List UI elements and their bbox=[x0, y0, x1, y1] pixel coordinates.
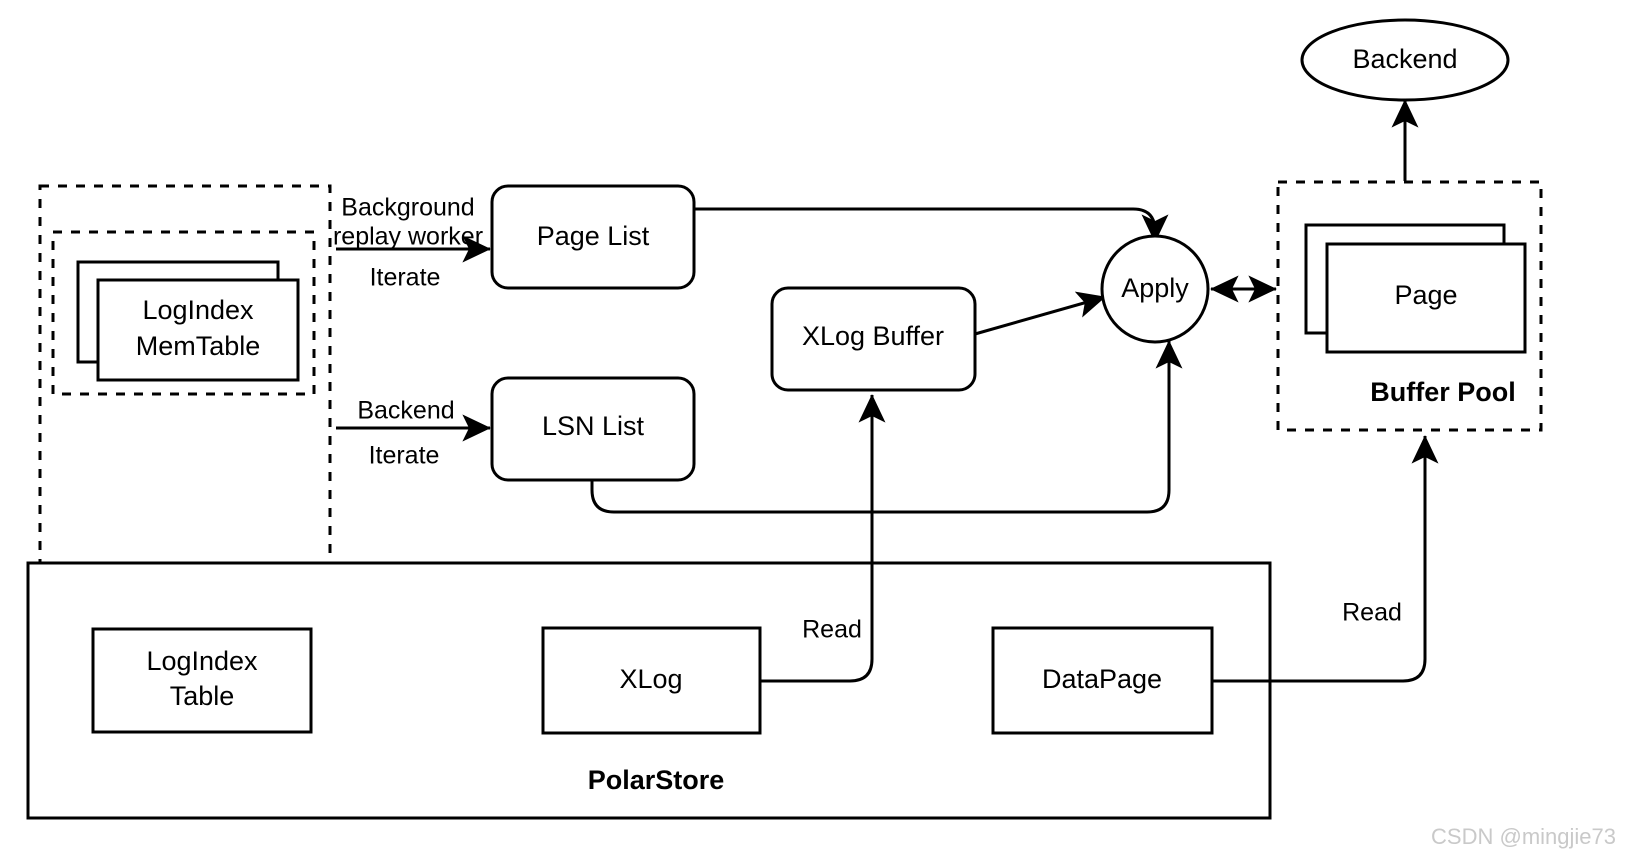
watermark: CSDN @mingjie73 bbox=[1431, 824, 1616, 849]
architecture-diagram: LogIndex MemTable LogIndex Table Page Li… bbox=[26, 18, 1616, 849]
edge-label-iterate-bottom: Iterate bbox=[369, 442, 440, 470]
edge-pagelist-to-apply bbox=[694, 207, 1169, 243]
node-lsn-list-label: LSN List bbox=[542, 411, 645, 441]
node-xlog-buffer-label: XLog Buffer bbox=[802, 321, 944, 351]
node-backend-label: Backend bbox=[1352, 44, 1457, 74]
node-logindex-table-label-line1: LogIndex bbox=[146, 646, 258, 676]
edge-label-background-replay-worker-line2: replay worker bbox=[333, 223, 483, 251]
edge-xlogbuffer-to-apply bbox=[974, 291, 1106, 336]
container-polarstore-label: PolarStore bbox=[588, 765, 725, 795]
node-logindex-table-label-line2: Table bbox=[170, 681, 235, 711]
node-apply-label: Apply bbox=[1121, 273, 1189, 303]
node-logindex-memtable-label-line1: LogIndex bbox=[142, 295, 254, 325]
node-xlog-label: XLog bbox=[619, 664, 682, 694]
node-page-label: Page bbox=[1394, 280, 1457, 310]
edge-label-read-xlog: Read bbox=[802, 616, 862, 644]
container-buffer-pool-label: Buffer Pool bbox=[1370, 377, 1516, 407]
diagram-canvas: LogIndex MemTable LogIndex Table Page Li… bbox=[0, 0, 1628, 866]
edge-label-read-datapage: Read bbox=[1342, 599, 1402, 627]
edge-label-iterate-top: Iterate bbox=[370, 264, 441, 292]
edge-label-backend: Backend bbox=[357, 397, 454, 425]
node-page-list-label: Page List bbox=[537, 221, 650, 251]
node-datapage-label: DataPage bbox=[1042, 664, 1162, 694]
node-logindex-memtable-label-line2: MemTable bbox=[136, 331, 261, 361]
edge-label-background-replay-worker-line1: Background bbox=[341, 194, 474, 222]
